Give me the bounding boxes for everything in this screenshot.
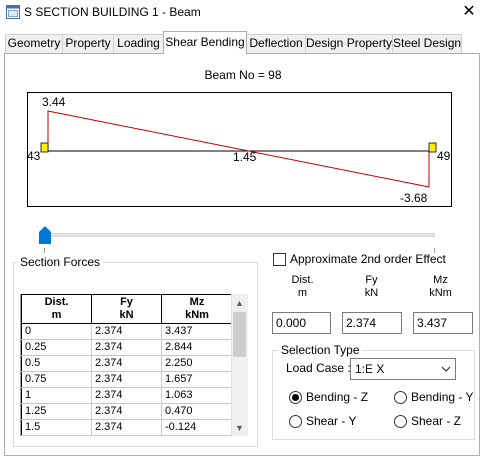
shear-y-label: Shear - Y	[306, 414, 357, 428]
start-support	[40, 142, 49, 153]
approx-2nd-order-checkbox[interactable]	[273, 253, 286, 266]
shear-y-radio[interactable]	[289, 415, 302, 428]
cell-mz: 3.437	[161, 323, 233, 340]
cell-mz: 0.470	[161, 403, 233, 420]
mid-value-label: 1.45	[233, 150, 257, 164]
bending-y-radio[interactable]	[394, 391, 407, 404]
table-row[interactable]: 0 2.374 3.437	[21, 323, 233, 340]
tab-property[interactable]: Property	[62, 34, 114, 53]
table-row[interactable]: 1.5 2.374 -0.124	[21, 419, 233, 436]
column-header-fy: Fy kN	[91, 294, 162, 324]
bending-y-label: Bending - Y	[411, 390, 474, 404]
table-row[interactable]: 1.25 2.374 0.470	[21, 403, 233, 420]
column-header-dist: Dist. m	[21, 294, 92, 324]
position-slider-thumb[interactable]	[39, 226, 51, 244]
cell-fy: 2.374	[91, 371, 162, 388]
tab-shear-bending[interactable]: Shear Bending	[163, 31, 247, 54]
beam-number-label: Beam No = 98	[204, 68, 282, 82]
current-fy-header: Fy kN	[364, 274, 379, 299]
chevron-down-icon[interactable]	[436, 358, 456, 380]
slider-tick	[44, 248, 45, 253]
start-node-label: 43	[27, 149, 41, 163]
shear-z-radio[interactable]	[394, 415, 407, 428]
dist-value-field[interactable]: 0.000	[272, 312, 331, 334]
bending-z-label: Bending - Z	[306, 390, 369, 404]
radio-selected-dot	[292, 394, 299, 401]
app-window-icon	[6, 5, 20, 19]
tab-design-property[interactable]: Design Property	[305, 34, 393, 53]
cell-dist: 0.5	[21, 355, 92, 372]
section-forces-label: Section Forces	[18, 255, 103, 269]
cell-mz: 1.657	[161, 371, 233, 388]
close-button[interactable]: ✕	[452, 0, 486, 24]
start-value-label: 3.44	[42, 95, 66, 109]
cell-mz: 2.844	[161, 339, 233, 356]
cell-fy: 2.374	[91, 355, 162, 372]
cell-dist: 1.25	[21, 403, 92, 420]
table-row[interactable]: 0.25 2.374 2.844	[21, 339, 233, 356]
bending-z-radio[interactable]	[289, 391, 302, 404]
cell-mz: 2.250	[161, 355, 233, 372]
cell-dist: 0	[21, 323, 92, 340]
cell-fy: 2.374	[91, 403, 162, 420]
cell-dist: 1.5	[21, 419, 92, 436]
cell-fy: 2.374	[91, 387, 162, 404]
end-support	[428, 142, 437, 153]
section-forces-table[interactable]: Dist. m Fy kN Mz kNm 0 2.374 3.437 0.25 2.374 2…	[20, 294, 233, 436]
table-row[interactable]: 1 2.374 1.063	[21, 387, 233, 404]
cell-dist: 0.75	[21, 371, 92, 388]
cell-fy: 2.374	[91, 323, 162, 340]
window-title: S SECTION BUILDING 1 - Beam	[24, 5, 201, 19]
table-row[interactable]: 0.75 2.374 1.657	[21, 371, 233, 388]
cell-fy: 2.374	[91, 419, 162, 436]
scroll-down-icon[interactable]: ▼	[231, 421, 248, 435]
fy-value-field[interactable]: 2.374	[342, 312, 402, 334]
mz-value-field[interactable]: 3.437	[413, 312, 473, 334]
shear-bending-diagram: 3.44 43 1.45 49 -3.68	[27, 92, 452, 207]
cell-mz: 1.063	[161, 387, 233, 404]
approx-2nd-order-label: Approximate 2nd order Effect	[290, 252, 446, 266]
cell-mz: -0.124	[161, 419, 233, 436]
column-header-mz: Mz kNm	[161, 294, 233, 324]
scrollbar-thumb[interactable]	[233, 312, 246, 357]
tab-geometry[interactable]: Geometry	[5, 34, 63, 53]
tab-steel-design[interactable]: Steel Design	[392, 34, 462, 53]
cell-fy: 2.374	[91, 339, 162, 356]
end-node-label: 49	[437, 149, 451, 163]
end-value-label: -3.68	[400, 191, 428, 205]
cell-dist: 0.25	[21, 339, 92, 356]
close-icon: ✕	[462, 3, 476, 20]
shear-z-label: Shear - Z	[411, 414, 462, 428]
tab-loading[interactable]: Loading	[113, 34, 164, 53]
selection-type-label: Selection Type	[279, 343, 362, 357]
table-row[interactable]: 0.5 2.374 2.250	[21, 355, 233, 372]
cell-dist: 1	[21, 387, 92, 404]
current-dist-header: Dist. m	[291, 274, 314, 299]
load-case-label: Load Case :	[286, 361, 351, 375]
position-slider-track[interactable]	[44, 233, 435, 237]
tab-deflection[interactable]: Deflection	[246, 34, 306, 53]
scroll-up-icon[interactable]: ▲	[231, 296, 248, 310]
current-mz-header: Mz kNm	[429, 274, 452, 299]
